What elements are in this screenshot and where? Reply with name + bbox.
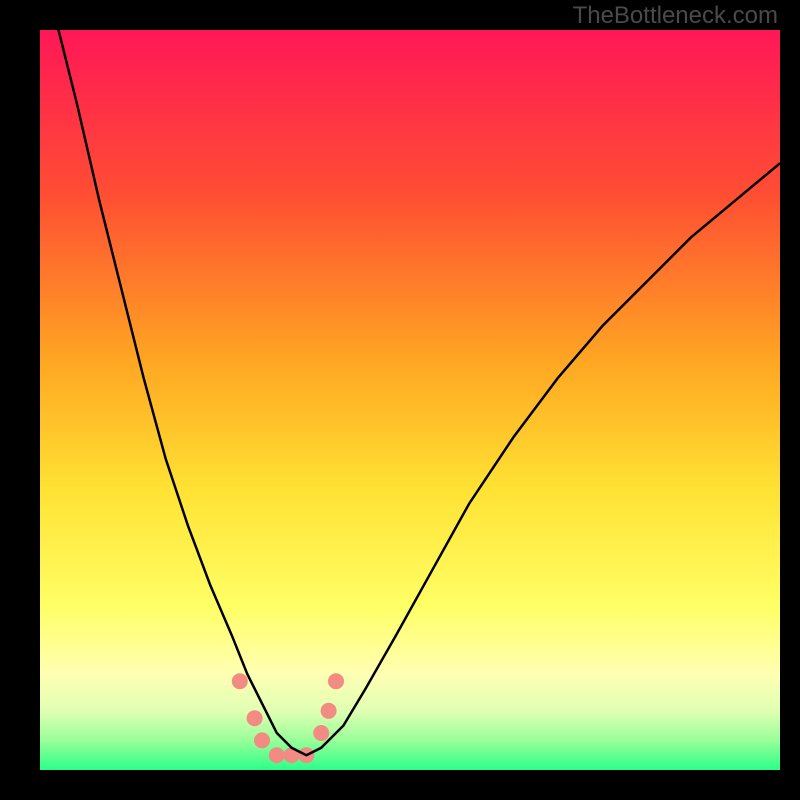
watermark-text: TheBottleneck.com (573, 2, 778, 30)
marker-point (313, 725, 329, 741)
marker-point (232, 673, 248, 689)
plot-area (40, 30, 780, 770)
marker-point (269, 747, 285, 763)
marker-point (254, 732, 270, 748)
bottleneck-markers (232, 673, 344, 763)
marker-point (247, 710, 263, 726)
curve-layer (40, 30, 780, 770)
chart-frame: TheBottleneck.com (0, 0, 800, 800)
marker-point (321, 703, 337, 719)
marker-point (328, 673, 344, 689)
bottleneck-curve (40, 30, 780, 755)
